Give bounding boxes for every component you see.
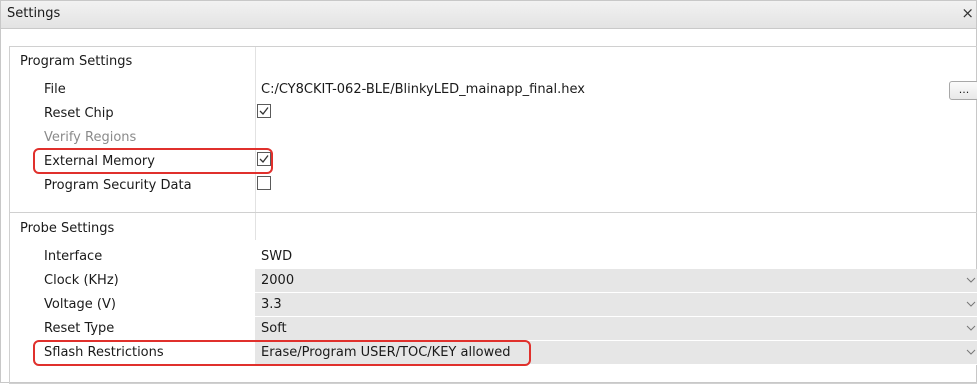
reset-type-dropdown[interactable]: Soft	[255, 317, 977, 341]
clock-label: Clock (KHz)	[44, 273, 119, 288]
program-settings-section: Program Settings	[10, 50, 977, 74]
voltage-value: 3.3	[261, 297, 282, 312]
verify-regions-row: Verify Regions	[10, 126, 977, 150]
file-row[interactable]: File C:/CY8CKIT-062-BLE/BlinkyLED_mainap…	[10, 78, 977, 102]
checkmark-icon	[259, 155, 269, 163]
reset-chip-row: Reset Chip	[10, 102, 977, 126]
external-memory-label: External Memory	[44, 154, 155, 169]
panel-title: Settings	[7, 6, 61, 21]
clock-dropdown[interactable]: 2000	[255, 269, 977, 293]
chevron-down-icon	[966, 349, 976, 355]
sflash-restrictions-dropdown[interactable]: Erase/Program USER/TOC/KEY allowed	[255, 341, 977, 365]
chevron-down-icon	[966, 301, 976, 307]
voltage-label: Voltage (V)	[44, 297, 116, 312]
probe-settings-section: Probe Settings	[10, 217, 977, 241]
section-divider	[10, 212, 977, 213]
reset-chip-label: Reset Chip	[44, 106, 114, 121]
voltage-row: Voltage (V) 3.3	[10, 293, 977, 317]
settings-grid: Program Settings File C:/CY8CKIT-062-BLE…	[9, 46, 977, 384]
clock-row: Clock (KHz) 2000	[10, 269, 977, 293]
external-memory-checkbox[interactable]	[257, 152, 271, 166]
interface-label: Interface	[44, 249, 103, 264]
reset-type-value: Soft	[261, 321, 287, 336]
program-security-data-checkbox[interactable]	[257, 176, 271, 190]
title-bar: Settings ×	[1, 1, 976, 29]
checkmark-icon	[259, 107, 269, 115]
section-label: Probe Settings	[20, 221, 115, 236]
reset-chip-checkbox[interactable]	[257, 104, 271, 118]
browse-button[interactable]: ...	[949, 81, 977, 100]
voltage-dropdown[interactable]: 3.3	[255, 293, 977, 317]
reset-type-row: Reset Type Soft	[10, 317, 977, 341]
external-memory-row: External Memory	[10, 150, 977, 174]
settings-panel: Settings × Program Settings File C:/CY8C…	[0, 0, 977, 384]
interface-row: Interface SWD	[10, 245, 977, 269]
close-icon[interactable]: ×	[961, 4, 974, 22]
sflash-restrictions-value: Erase/Program USER/TOC/KEY allowed	[261, 345, 511, 360]
chevron-down-icon	[966, 277, 976, 283]
section-label: Program Settings	[20, 54, 133, 69]
program-security-data-row: Program Security Data	[10, 174, 977, 198]
file-label: File	[44, 82, 66, 97]
program-security-data-label: Program Security Data	[44, 178, 192, 193]
reset-type-label: Reset Type	[44, 321, 115, 336]
clock-value: 2000	[261, 273, 295, 288]
verify-regions-label: Verify Regions	[44, 130, 137, 145]
sflash-restrictions-label: Sflash Restrictions	[44, 345, 164, 360]
interface-value: SWD	[261, 249, 293, 264]
chevron-down-icon	[966, 325, 976, 331]
sflash-restrictions-row: Sflash Restrictions Erase/Program USER/T…	[10, 341, 977, 365]
file-path-value[interactable]: C:/CY8CKIT-062-BLE/BlinkyLED_mainapp_fin…	[261, 82, 585, 97]
